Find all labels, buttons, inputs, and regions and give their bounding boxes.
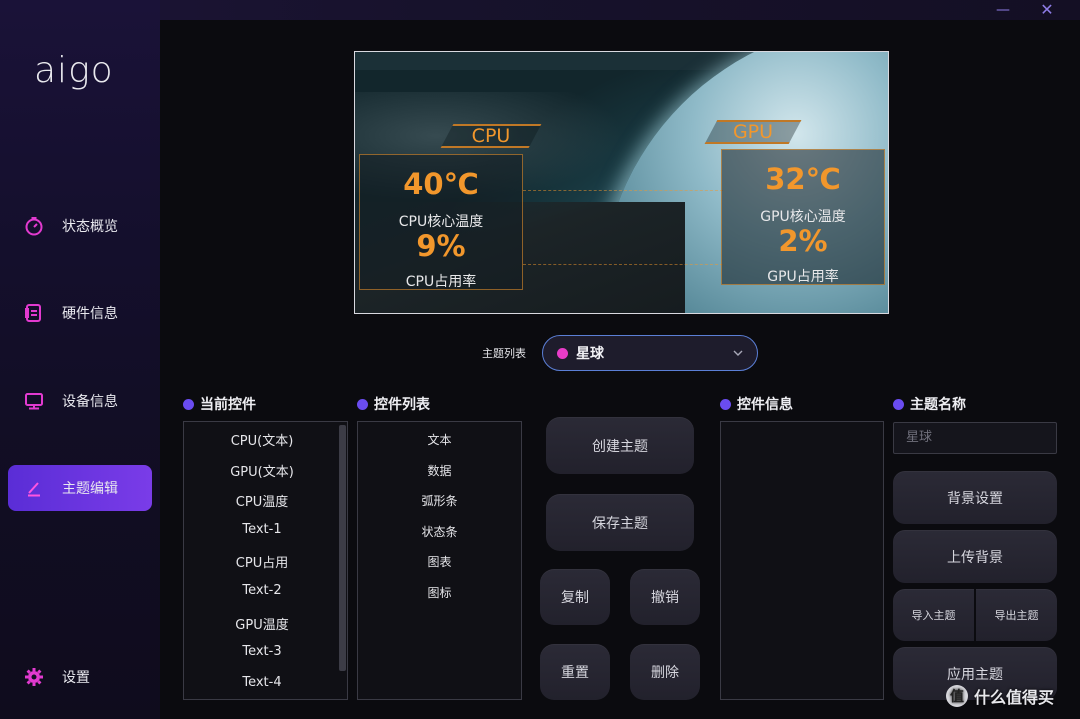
gpu-temperature-label: GPU核心温度: [760, 209, 846, 225]
sidebar-item-device-info[interactable]: 设备信息: [8, 378, 152, 424]
watermark: 值 什么值得买: [946, 684, 1054, 708]
hud-dashed-line: [523, 190, 723, 191]
sidebar-item-settings[interactable]: 设置: [8, 654, 152, 700]
list-item[interactable]: 文本: [358, 431, 521, 448]
save-theme-button[interactable]: 保存主题: [546, 494, 694, 551]
chevron-down-icon: [733, 348, 743, 358]
gpu-hud-panel: 32℃ GPU核心温度 2% GPU占用率: [721, 149, 885, 285]
import-theme-button[interactable]: 导入主题: [893, 589, 974, 641]
theme-preview: CPU 40℃ CPU核心温度 9% CPU占用率 GPU 32℃ GPU核心温…: [354, 51, 889, 314]
monitor-icon: [24, 391, 44, 411]
scrollbar[interactable]: [339, 425, 346, 671]
gpu-hud-tab: GPU: [704, 120, 802, 144]
list-item[interactable]: CPU占用: [184, 552, 340, 571]
current-widgets-heading: 当前控件: [183, 394, 256, 414]
list-item[interactable]: Text-3: [184, 644, 340, 659]
minimize-button[interactable]: —: [988, 0, 1018, 20]
bullet-icon: [720, 398, 731, 410]
gpu-usage-value: 2%: [778, 224, 828, 258]
cpu-hud-tab: CPU: [440, 124, 542, 148]
sidebar-item-label: 设备信息: [62, 394, 118, 410]
close-button[interactable]: ✕: [1032, 0, 1062, 20]
title-bar: — ✕: [0, 0, 1080, 20]
widget-types-list[interactable]: 文本 数据 弧形条 状态条 图表 图标: [357, 421, 522, 700]
theme-selected-value: 星球: [576, 346, 604, 362]
theme-list-label: 主题列表: [482, 347, 526, 360]
reset-button[interactable]: 重置: [540, 644, 610, 700]
sidebar-item-status-overview[interactable]: 状态概览: [8, 203, 152, 249]
sidebar-item-label: 状态概览: [62, 219, 118, 235]
list-item[interactable]: 数据: [358, 462, 521, 479]
sidebar-item-label: 设置: [62, 670, 90, 686]
create-theme-button[interactable]: 创建主题: [546, 417, 694, 474]
export-theme-button[interactable]: 导出主题: [976, 589, 1057, 641]
list-item[interactable]: 图表: [358, 553, 521, 570]
cpu-temperature-label: CPU核心温度: [398, 214, 484, 230]
cpu-tab-label: CPU: [471, 125, 511, 147]
list-item[interactable]: CPU(文本): [184, 430, 340, 449]
delete-button[interactable]: 删除: [630, 644, 700, 700]
heading-text: 主题名称: [910, 397, 966, 413]
theme-color-dot: [557, 347, 568, 359]
cpu-usage-value: 9%: [416, 229, 466, 263]
upload-background-button[interactable]: 上传背景: [893, 530, 1057, 583]
hud-dashed-line: [523, 264, 723, 265]
list-item[interactable]: 图标: [358, 584, 521, 601]
cpu-hud-panel: 40℃ CPU核心温度 9% CPU占用率: [359, 154, 523, 290]
sidebar-item-hardware-info[interactable]: 硬件信息: [8, 290, 152, 336]
bullet-icon: [893, 398, 904, 410]
list-item[interactable]: Text-4: [184, 675, 340, 690]
heading-text: 当前控件: [200, 397, 256, 413]
app-window: — ✕ aigo 状态概览 硬件信息 设备信息 主题编辑 设置 CPU 40℃ …: [0, 0, 1080, 719]
theme-list-dropdown[interactable]: 星球: [542, 335, 758, 371]
list-item[interactable]: Text-2: [184, 583, 340, 598]
sidebar-item-label: 主题编辑: [62, 481, 118, 497]
widget-info-panel: [720, 421, 884, 700]
watermark-text: 什么值得买: [974, 688, 1055, 707]
aigo-logo: aigo: [34, 50, 114, 91]
list-item[interactable]: Text-1: [184, 522, 340, 537]
bullet-icon: [183, 398, 194, 410]
undo-button[interactable]: 撤销: [630, 569, 700, 625]
theme-name-heading: 主题名称: [893, 394, 966, 414]
widget-info-heading: 控件信息: [720, 394, 793, 414]
gpu-temperature-value: 32℃: [765, 162, 841, 196]
copy-button[interactable]: 复制: [540, 569, 610, 625]
gpu-tab-label: GPU: [732, 121, 774, 143]
document-icon: [24, 303, 44, 323]
sidebar-item-label: 硬件信息: [62, 306, 118, 322]
list-item[interactable]: 状态条: [358, 523, 521, 540]
gpu-usage-label: GPU占用率: [767, 269, 839, 285]
pencil-icon: [24, 478, 44, 498]
watermark-logo-icon: 值: [946, 685, 968, 707]
sidebar: aigo 状态概览 硬件信息 设备信息 主题编辑 设置: [0, 0, 160, 719]
widget-list-heading: 控件列表: [357, 394, 430, 414]
list-item[interactable]: GPU(文本): [184, 461, 340, 480]
sidebar-item-theme-edit[interactable]: 主题编辑: [8, 465, 152, 511]
cpu-temperature-value: 40℃: [403, 167, 479, 201]
gear-icon: [24, 667, 44, 687]
gauge-icon: [24, 216, 44, 236]
background-settings-button[interactable]: 背景设置: [893, 471, 1057, 524]
list-item[interactable]: 弧形条: [358, 492, 521, 509]
heading-text: 控件信息: [737, 397, 793, 413]
cpu-usage-label: CPU占用率: [405, 274, 477, 290]
theme-name-input[interactable]: 星球: [893, 422, 1057, 454]
list-item[interactable]: GPU温度: [184, 614, 340, 633]
bullet-icon: [357, 398, 368, 410]
current-widgets-list[interactable]: CPU(文本) GPU(文本) CPU温度 Text-1 CPU占用 Text-…: [183, 421, 348, 700]
list-item[interactable]: CPU温度: [184, 491, 340, 510]
heading-text: 控件列表: [374, 397, 430, 413]
